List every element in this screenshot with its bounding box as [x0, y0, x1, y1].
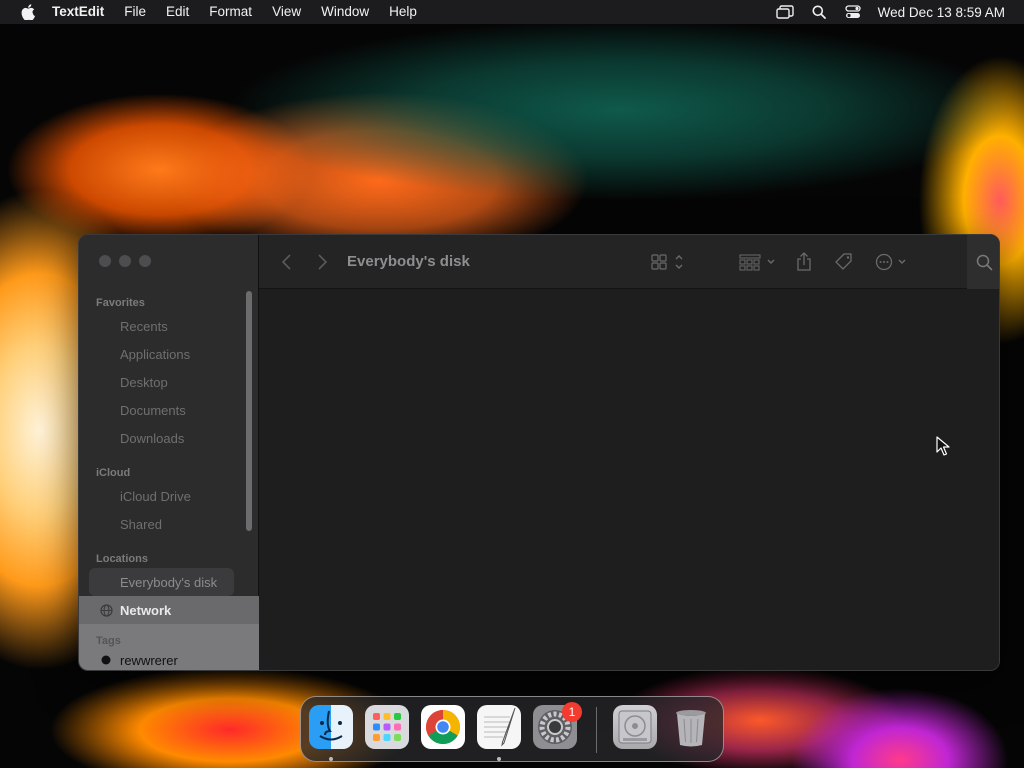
- sidebar-item-label: iCloud Drive: [120, 488, 191, 504]
- tag-icon[interactable]: [834, 252, 854, 272]
- sidebar-section-icloud: iCloud: [96, 467, 131, 479]
- finder-icon[interactable]: [309, 705, 353, 749]
- zoom-button[interactable]: [139, 255, 151, 267]
- sidebar-item-label: Applications: [120, 346, 191, 362]
- recents-icon: [99, 319, 113, 333]
- menu-format[interactable]: Format: [199, 0, 262, 24]
- sidebar-item-label: Shared: [120, 516, 162, 532]
- sidebar-item-everybodys-disk[interactable]: Everybody's disk: [89, 568, 234, 596]
- sidebar-item-label: Downloads: [120, 430, 185, 446]
- dock-separator: [596, 707, 597, 753]
- downloads-icon: [99, 431, 113, 445]
- sidebar-item-documents[interactable]: Documents: [79, 396, 259, 424]
- screen-mirroring-icon[interactable]: [768, 0, 802, 24]
- sidebar-item-applications[interactable]: Applications: [79, 340, 259, 368]
- documents-icon: [99, 403, 113, 417]
- window-title: Everybody's disk: [347, 253, 470, 270]
- spotlight-icon[interactable]: [802, 0, 836, 24]
- control-center-icon[interactable]: [836, 0, 870, 24]
- sidebar-list: Favorites Recents Applications Desktop D…: [79, 290, 259, 670]
- search-button[interactable]: [967, 235, 999, 289]
- dock: 1: [300, 696, 724, 762]
- disk-image-icon[interactable]: [613, 705, 657, 749]
- sidebar-item-label: rewwrerer: [120, 652, 178, 668]
- textedit-running-indicator: [497, 757, 501, 761]
- sidebar-item-network[interactable]: Network: [79, 596, 259, 624]
- group-icon[interactable]: [739, 252, 777, 272]
- menu-bar: TextEdit File Edit Format View Window He…: [0, 0, 1024, 24]
- menubar-clock[interactable]: Wed Dec 13 8:59 AM: [870, 5, 1024, 20]
- menu-file[interactable]: File: [114, 0, 156, 24]
- tag-color-dot-icon: [99, 653, 113, 667]
- sidebar-section-tags: Tags: [96, 635, 121, 647]
- sidebar-item-label: Network: [120, 602, 172, 618]
- window-controls: [99, 255, 151, 267]
- sidebar-item-icloud-drive[interactable]: iCloud Drive: [79, 482, 259, 510]
- mouse-pointer-icon: [936, 436, 950, 461]
- sidebar-section-locations: Locations: [96, 553, 148, 565]
- icloud-icon: [99, 489, 113, 503]
- textedit-icon[interactable]: [477, 705, 521, 749]
- shared-folder-icon: [99, 517, 113, 531]
- sidebar-item-desktop[interactable]: Desktop: [79, 368, 259, 396]
- search-icon: [976, 254, 992, 270]
- network-globe-icon: [99, 603, 113, 617]
- menu-app-name[interactable]: TextEdit: [52, 0, 114, 24]
- sidebar-item-recents[interactable]: Recents: [79, 312, 259, 340]
- sidebar-item-label: Recents: [120, 318, 168, 334]
- sidebar-item-label: Documents: [120, 402, 186, 418]
- chrome-icon[interactable]: [421, 705, 465, 749]
- sidebar-item-label: Desktop: [120, 374, 168, 390]
- menu-window[interactable]: Window: [311, 0, 379, 24]
- launchpad-icon[interactable]: [365, 705, 409, 749]
- applications-icon: [99, 347, 113, 361]
- trash-icon[interactable]: [669, 705, 713, 749]
- apple-menu-icon[interactable]: [18, 4, 38, 20]
- sidebar-section-favorites: Favorites: [96, 297, 145, 309]
- view-mode-icon[interactable]: [651, 252, 687, 272]
- finder-content-area[interactable]: [259, 289, 999, 670]
- more-actions-icon[interactable]: [875, 252, 911, 272]
- sidebar-item-label: Everybody's disk: [120, 574, 218, 590]
- back-icon[interactable]: [279, 252, 293, 272]
- sidebar-item-downloads[interactable]: Downloads: [79, 424, 259, 452]
- menu-help[interactable]: Help: [379, 0, 427, 24]
- finder-toolbar: Everybody's disk: [259, 235, 999, 289]
- notification-badge: 1: [562, 702, 582, 722]
- desktop-icon: [99, 375, 113, 389]
- sidebar-item-tag[interactable]: rewwrerer: [79, 650, 259, 670]
- forward-icon[interactable]: [315, 252, 329, 272]
- close-button[interactable]: [99, 255, 111, 267]
- menu-edit[interactable]: Edit: [156, 0, 199, 24]
- finder-running-indicator: [329, 757, 333, 761]
- sidebar-item-shared[interactable]: Shared: [79, 510, 259, 538]
- disk-icon: [99, 575, 113, 589]
- finder-window: Favorites Recents Applications Desktop D…: [78, 234, 1000, 671]
- menu-view[interactable]: View: [262, 0, 311, 24]
- minimize-button[interactable]: [119, 255, 131, 267]
- finder-sidebar: Favorites Recents Applications Desktop D…: [79, 235, 259, 670]
- share-icon[interactable]: [795, 252, 813, 272]
